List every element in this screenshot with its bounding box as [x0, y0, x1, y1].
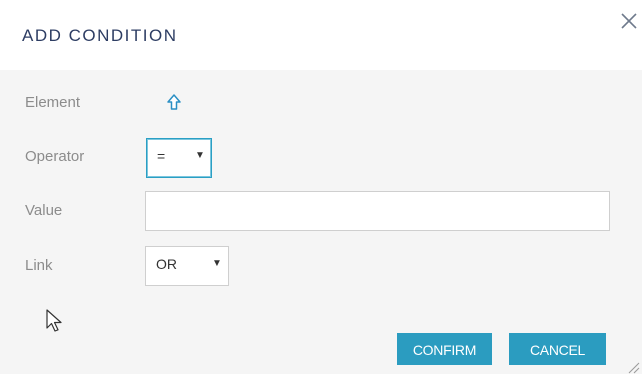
- mouse-cursor-icon: [45, 308, 65, 334]
- chevron-down-icon: ▼: [195, 150, 205, 161]
- cancel-button[interactable]: CANCEL: [509, 333, 606, 365]
- add-condition-dialog: ADD CONDITION Element Operator = ▼ Value…: [0, 0, 642, 374]
- resize-handle-icon[interactable]: [626, 360, 640, 374]
- link-select[interactable]: OR ▼: [145, 246, 229, 286]
- link-selected-value: OR: [156, 256, 177, 272]
- confirm-button[interactable]: CONFIRM: [397, 333, 492, 365]
- value-label: Value: [25, 202, 63, 219]
- operator-selected-value: =: [157, 148, 166, 164]
- value-input[interactable]: [145, 191, 610, 231]
- chevron-down-icon: ▼: [212, 258, 222, 269]
- operator-label: Operator: [25, 148, 85, 165]
- element-label: Element: [25, 94, 81, 111]
- operator-select[interactable]: = ▼: [146, 138, 212, 178]
- dialog-header: ADD CONDITION: [0, 0, 642, 70]
- close-icon[interactable]: [618, 10, 640, 32]
- dialog-title: ADD CONDITION: [22, 26, 178, 45]
- link-label: Link: [25, 257, 53, 274]
- arrow-up-icon[interactable]: [166, 93, 182, 113]
